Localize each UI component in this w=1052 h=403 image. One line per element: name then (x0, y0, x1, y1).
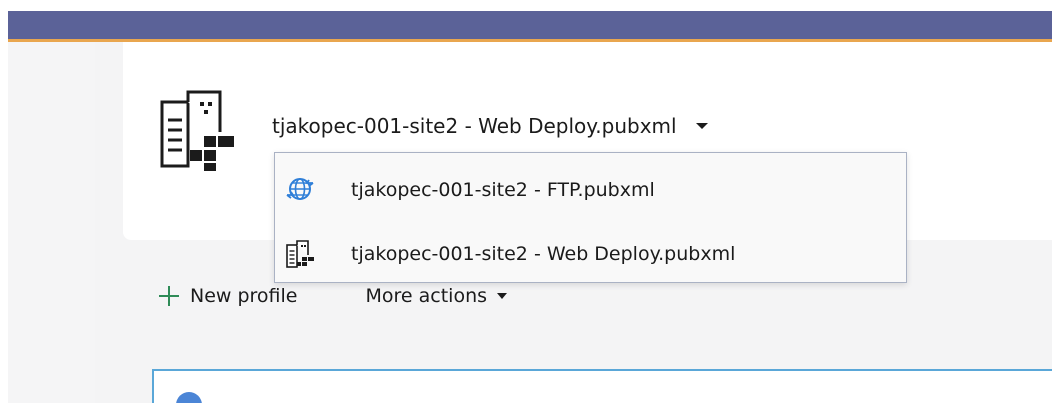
profile-selector-label: tjakopec-001-site2 - Web Deploy.pubxml (272, 114, 677, 138)
new-profile-button[interactable]: New profile (158, 285, 298, 307)
web-deploy-server-icon (286, 240, 314, 268)
info-panel (152, 369, 1052, 403)
publish-page: tjakopec-001-site2 - Web Deploy.pubxml t… (0, 0, 1052, 403)
dropdown-item-label: tjakopec-001-site2 - FTP.pubxml (351, 179, 655, 201)
dropdown-item-web-deploy[interactable]: tjakopec-001-site2 - Web Deploy.pubxml (275, 229, 906, 279)
window-title-bar (0, 0, 1052, 42)
dropdown-item-ftp[interactable]: tjakopec-001-site2 - FTP.pubxml (275, 165, 906, 215)
chevron-down-icon (695, 123, 708, 129)
dropdown-item-label: tjakopec-001-site2 - Web Deploy.pubxml (351, 243, 736, 265)
action-bar: New profile More actions (158, 276, 508, 316)
profile-dropdown-list: tjakopec-001-site2 - FTP.pubxml tjakopec… (274, 152, 907, 283)
more-actions-button[interactable]: More actions (366, 285, 509, 307)
new-profile-label: New profile (190, 285, 298, 307)
more-actions-label: More actions (365, 285, 488, 307)
plus-icon (159, 286, 179, 306)
profile-selector[interactable]: tjakopec-001-site2 - Web Deploy.pubxml (272, 106, 709, 146)
left-rail (8, 42, 95, 403)
title-bar-fill (8, 11, 1052, 39)
chevron-down-icon (497, 293, 508, 299)
web-deploy-server-icon (160, 90, 234, 171)
globe-sync-icon (286, 178, 314, 200)
